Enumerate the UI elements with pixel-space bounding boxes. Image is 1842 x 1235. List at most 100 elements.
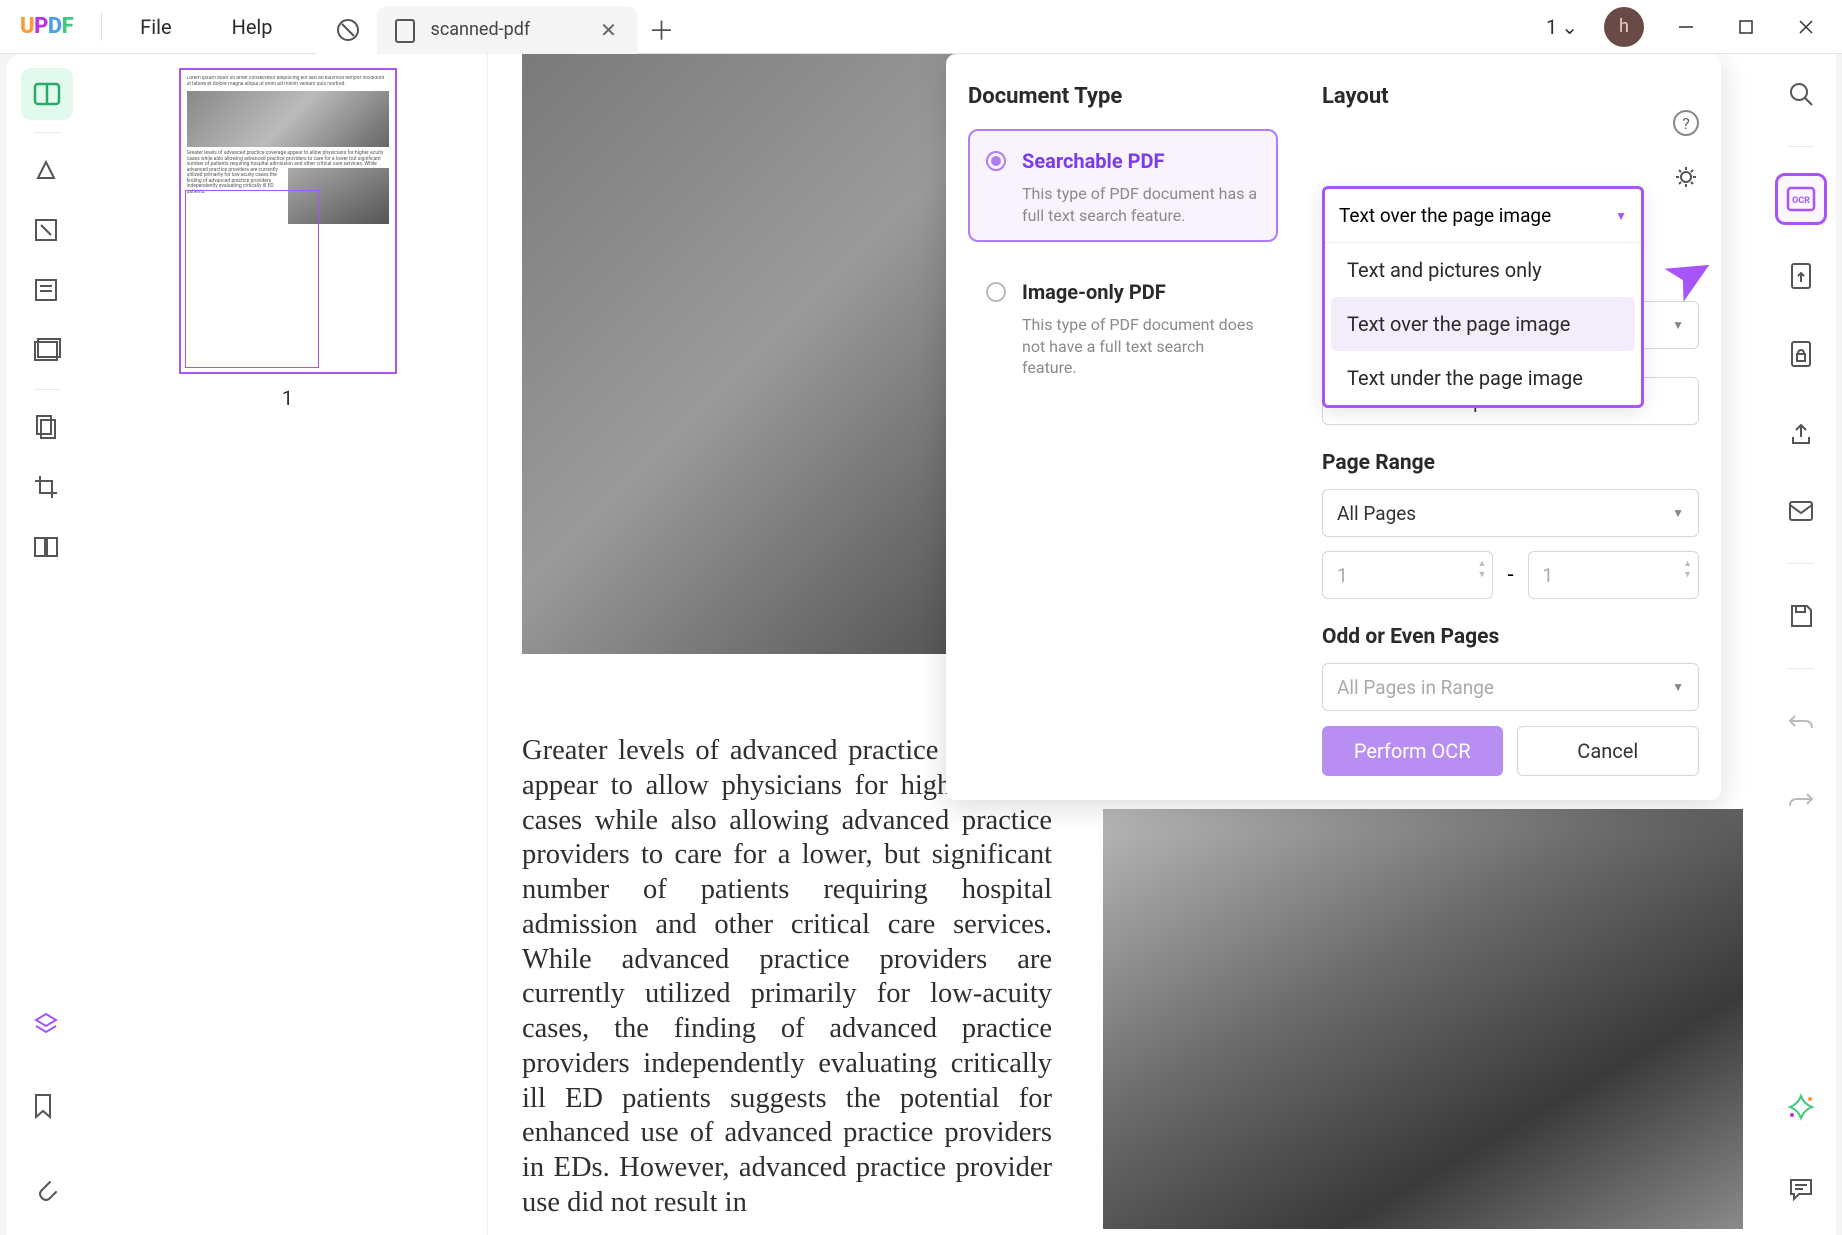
ocr-panel-left: Document Type Searchable PDF This type o… <box>946 84 1300 800</box>
highlighter-icon <box>32 156 62 186</box>
layout-heading: Layout <box>1322 84 1699 109</box>
layout-dropdown-open: Text over the page image ▼ Text and pict… <box>1322 186 1644 408</box>
layers-icon <box>32 1010 62 1040</box>
layout-option-1[interactable]: Text over the page image <box>1331 297 1635 351</box>
bookmark-tool[interactable] <box>21 1081 73 1133</box>
email-tool[interactable] <box>1775 485 1827 537</box>
window-minimize-button[interactable] <box>1658 3 1714 51</box>
organize-icon <box>32 336 62 366</box>
protect-tool[interactable] <box>1775 329 1827 381</box>
reader-tool[interactable] <box>21 68 73 120</box>
range-to-input[interactable]: 1 ▲▼ <box>1528 551 1699 599</box>
page-thumbnail-1[interactable]: Lorem ipsum dolor sit amet consectetur a… <box>179 68 397 374</box>
thumbnail-page-number: 1 <box>282 386 293 410</box>
pages-icon <box>32 413 62 443</box>
ai-tool[interactable] <box>1775 1081 1827 1133</box>
chevron-down-icon: ▼ <box>1615 209 1627 223</box>
comment-icon <box>1787 1175 1815 1203</box>
window-count-dropdown[interactable]: 1 ⌄ <box>1534 15 1590 39</box>
window-close-button[interactable] <box>1778 3 1834 51</box>
radio-searchable[interactable] <box>986 151 1006 171</box>
separator <box>34 132 60 133</box>
export-icon <box>1788 262 1814 292</box>
save-tool[interactable] <box>1775 590 1827 642</box>
attachment-tool[interactable] <box>21 1163 73 1215</box>
tab-blank[interactable] <box>317 6 377 54</box>
ocr-panel-right: ? Layout Text over the page image ▼ Text… <box>1300 84 1721 800</box>
help-button[interactable]: ? <box>1673 110 1699 136</box>
separator <box>1788 563 1814 564</box>
doc-type-searchable[interactable]: Searchable PDF This type of PDF document… <box>968 129 1278 242</box>
reader-icon <box>32 79 62 109</box>
highlight-tool[interactable] <box>21 145 73 197</box>
window-controls: 1 ⌄ h <box>1534 3 1842 51</box>
doc-type-searchable-title: Searchable PDF <box>1022 149 1258 173</box>
tab-close-button[interactable]: ✕ <box>600 18 617 42</box>
doc-type-image-only-desc: This type of PDF document does not have … <box>1022 314 1258 379</box>
page-range-select[interactable]: All Pages ▼ <box>1322 489 1699 537</box>
tab-label: scanned-pdf <box>431 19 531 40</box>
layout-option-2[interactable]: Text under the page image <box>1325 351 1641 405</box>
redo-icon <box>1787 788 1815 810</box>
document-canvas[interactable]: − 25% ▾ + Greater levels of advanced pra… <box>488 54 1836 1235</box>
separator <box>1788 668 1814 669</box>
document-type-heading: Document Type <box>968 84 1278 109</box>
redo-tool[interactable] <box>1775 773 1827 825</box>
organize-tool[interactable] <box>21 325 73 377</box>
doc-type-image-only[interactable]: Image-only PDF This type of PDF document… <box>968 260 1278 395</box>
doc-type-image-only-title: Image-only PDF <box>1022 280 1258 304</box>
gear-icon <box>1673 164 1699 190</box>
share-tool[interactable] <box>1775 407 1827 459</box>
window-count-value: 1 <box>1546 15 1557 39</box>
svg-text:OCR: OCR <box>1792 196 1810 206</box>
edit-text-tool[interactable] <box>21 205 73 257</box>
window-maximize-button[interactable] <box>1718 3 1774 51</box>
search-icon <box>1787 80 1815 108</box>
lock-doc-icon <box>1788 340 1814 370</box>
range-to-value: 1 <box>1543 564 1554 587</box>
separator <box>1788 146 1814 147</box>
settings-button[interactable] <box>1673 164 1699 194</box>
ocr-tool[interactable]: OCR <box>1775 173 1827 225</box>
comment-tool[interactable] <box>1775 1163 1827 1215</box>
menu-help[interactable]: Help <box>202 15 303 39</box>
range-from-value: 1 <box>1337 564 1348 587</box>
range-to-stepper[interactable]: ▲▼ <box>1683 560 1692 580</box>
odd-even-select[interactable]: All Pages in Range ▼ <box>1322 663 1699 711</box>
compare-tool[interactable] <box>21 522 73 574</box>
chevron-down-icon: ⌄ <box>1561 15 1578 39</box>
ai-sparkle-icon <box>1786 1092 1816 1122</box>
perform-ocr-button[interactable]: Perform OCR <box>1322 726 1503 776</box>
crop-tool[interactable] <box>21 462 73 514</box>
save-icon <box>1787 602 1815 630</box>
left-toolbar <box>6 54 88 1235</box>
tab-new-button[interactable]: ＋ <box>637 6 687 54</box>
page-range-value: All Pages <box>1337 502 1416 525</box>
radio-image-only[interactable] <box>986 282 1006 302</box>
range-from-stepper[interactable]: ▲▼ <box>1478 560 1487 580</box>
user-avatar[interactable]: h <box>1604 7 1644 47</box>
email-icon <box>1787 499 1815 523</box>
tab-scanned-pdf[interactable]: scanned-pdf ✕ <box>377 6 637 54</box>
layers-tool[interactable] <box>21 999 73 1051</box>
search-tool[interactable] <box>1775 68 1827 120</box>
form-tool[interactable] <box>21 265 73 317</box>
menu-file[interactable]: File <box>110 15 201 39</box>
pages-tool[interactable] <box>21 402 73 454</box>
undo-tool[interactable] <box>1775 695 1827 747</box>
layout-option-0[interactable]: Text and pictures only <box>1325 243 1641 297</box>
form-icon <box>32 276 62 306</box>
page-photo-2 <box>1103 809 1743 1229</box>
layout-selected-value[interactable]: Text over the page image ▼ <box>1325 189 1641 243</box>
bookmark-icon <box>32 1092 62 1122</box>
right-toolbar: OCR <box>1760 54 1842 1235</box>
ocr-panel: Document Type Searchable PDF This type o… <box>946 54 1721 800</box>
cancel-button[interactable]: Cancel <box>1517 726 1700 776</box>
odd-even-heading: Odd or Even Pages <box>1322 625 1699 649</box>
layout-selected-text: Text over the page image <box>1339 204 1551 227</box>
export-tool[interactable] <box>1775 251 1827 303</box>
range-dash: - <box>1507 563 1513 588</box>
minimize-icon <box>1677 18 1695 36</box>
range-from-input[interactable]: 1 ▲▼ <box>1322 551 1493 599</box>
ocr-icon: OCR <box>1786 186 1816 212</box>
